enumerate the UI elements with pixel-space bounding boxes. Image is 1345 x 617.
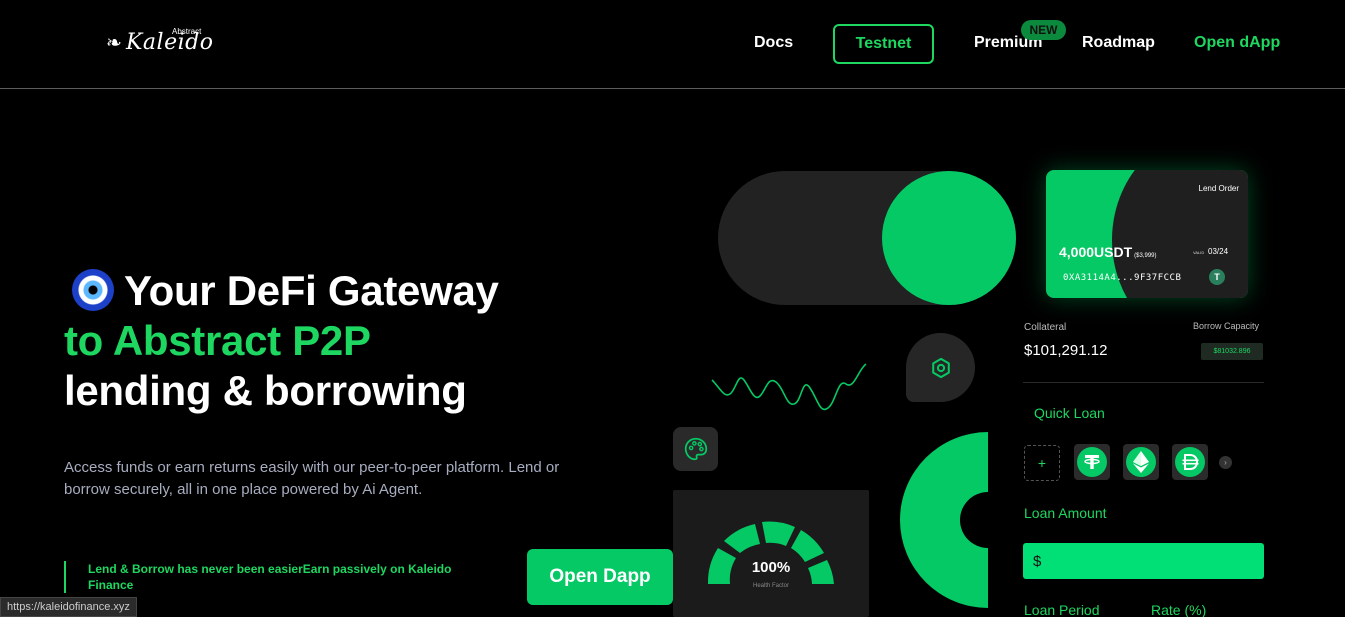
dai-token-tile xyxy=(1172,444,1208,480)
half-ring-graphic xyxy=(900,432,988,608)
lend-order-address: 0XA3114A4...9F37FCCB xyxy=(1063,273,1182,283)
logo-mark-icon: ❧ xyxy=(106,33,122,54)
chevron-right-icon: › xyxy=(1219,456,1232,469)
logo-superscript: Abstract xyxy=(172,27,202,36)
lend-order-valid-label: VALID xyxy=(1193,250,1205,255)
nav-open-dapp-link[interactable]: Open dApp xyxy=(1194,34,1280,52)
rate-label: Rate (%) xyxy=(1151,602,1207,617)
loan-period-label: Loan Period xyxy=(1024,602,1100,617)
palette-tile xyxy=(673,427,718,471)
gear-icon xyxy=(931,357,950,378)
tether-icon xyxy=(1077,447,1107,477)
hero-heading-line-3: lending & borrowing xyxy=(64,367,467,414)
tether-token-icon: T xyxy=(1209,269,1225,285)
hero-heading-text-1: Your DeFi Gateway xyxy=(124,267,499,314)
premium-new-badge: NEW xyxy=(1021,20,1066,40)
header-divider xyxy=(0,88,1345,89)
hero-heading-line-1: Your DeFi Gateway xyxy=(64,267,499,315)
collateral-value: $101,291.12 xyxy=(1024,342,1108,359)
nav-docs-link[interactable]: Docs xyxy=(754,34,793,52)
hero-heading-line-2: to Abstract P2P xyxy=(64,317,371,364)
nazar-eye-icon xyxy=(72,269,114,311)
loan-amount-field: $ xyxy=(1023,543,1264,579)
panel-divider xyxy=(1023,382,1264,383)
borrow-capacity-value: $81032.896 xyxy=(1201,343,1263,360)
open-dapp-button[interactable]: Open Dapp xyxy=(527,549,673,605)
add-token-button: + xyxy=(1024,445,1060,481)
usdt-token-tile xyxy=(1074,444,1110,480)
health-factor-label: Health Factor xyxy=(752,583,789,589)
borrow-capacity-label: Borrow Capacity xyxy=(1193,321,1260,331)
nav-roadmap-link[interactable]: Roadmap xyxy=(1082,34,1155,52)
quick-loan-label: Quick Loan xyxy=(1034,405,1105,421)
palette-icon xyxy=(684,437,707,461)
dai-icon xyxy=(1175,447,1205,477)
health-factor-value: 100% xyxy=(751,559,791,576)
lend-order-amount: 4,000USDT ($3,999) xyxy=(1059,244,1157,260)
collateral-label: Collateral xyxy=(1024,322,1067,333)
lend-order-valid-date: 03/24 xyxy=(1208,247,1229,256)
eth-token-tile xyxy=(1123,444,1159,480)
hero-description: Access funds or earn returns easily with… xyxy=(64,459,560,498)
lend-order-title: Lend Order xyxy=(1198,184,1239,193)
hero-note: Lend & Borrow has never been easierEarn … xyxy=(64,561,464,593)
health-gauge-graphic xyxy=(707,521,834,584)
lend-order-amount-usd: ($3,999) xyxy=(1134,253,1157,259)
settings-tile xyxy=(906,333,975,402)
ethereum-icon xyxy=(1126,447,1156,477)
kaleido-logo[interactable]: ❧ Kaleido Abstract xyxy=(106,27,226,58)
lend-order-card: Lend Order 4,000USDT ($3,999) VALID 03/24… xyxy=(1046,170,1248,298)
loan-amount-label: Loan Amount xyxy=(1024,505,1107,521)
wave-line-graphic xyxy=(711,363,867,411)
lend-order-amount-text: 4,000USDT xyxy=(1059,244,1133,260)
link-preview-url: https://kaleidofinance.xyz xyxy=(0,597,137,617)
nav-testnet-button[interactable]: Testnet xyxy=(833,24,934,64)
toggle-knob-graphic xyxy=(882,171,1016,305)
health-factor-card: 100% Health Factor xyxy=(673,490,869,617)
